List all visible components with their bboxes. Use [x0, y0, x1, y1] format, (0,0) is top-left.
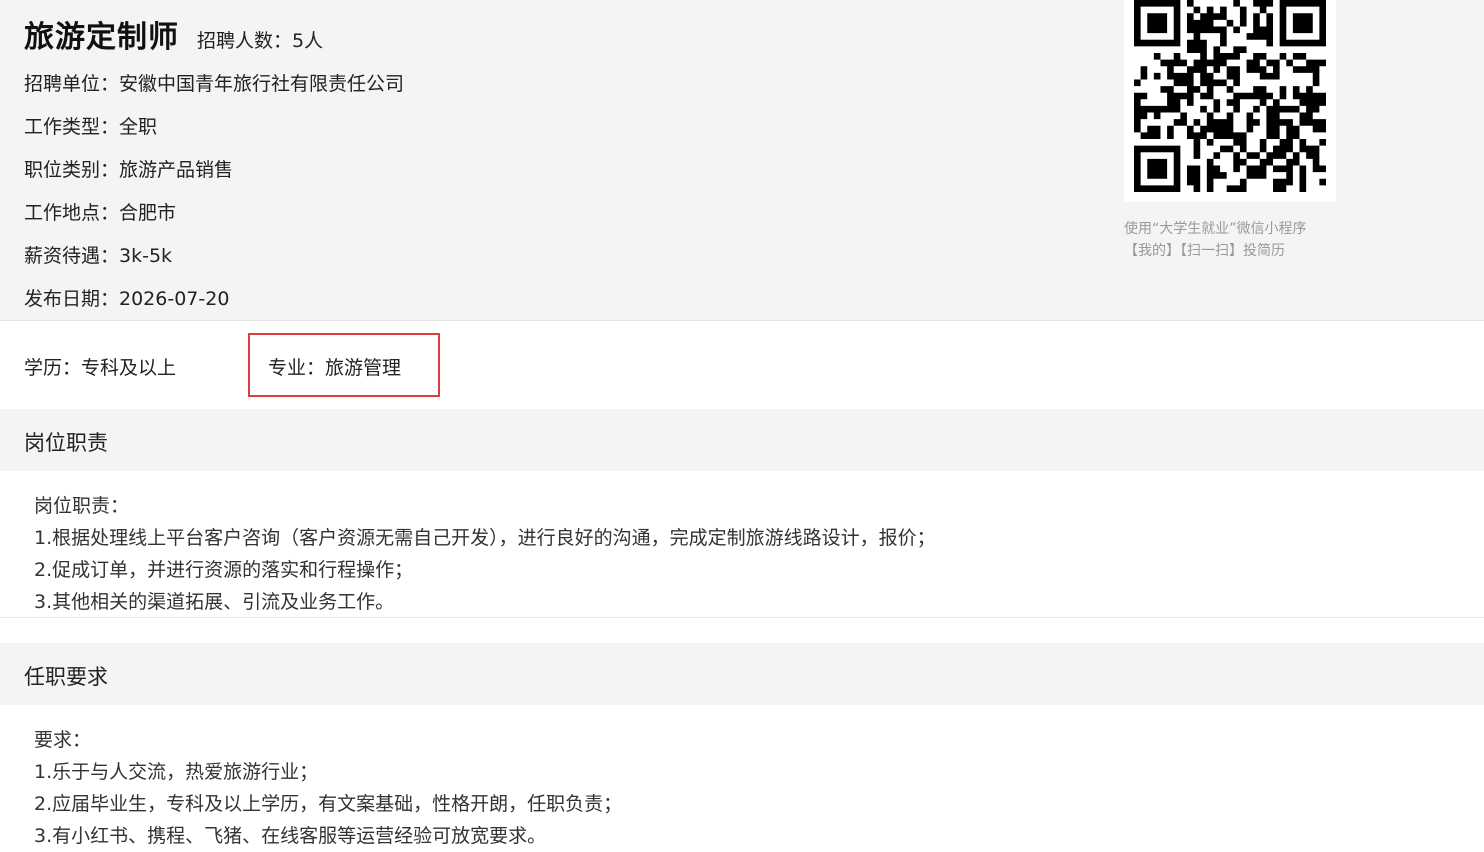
duties-line: 3.其他相关的渠道拓展、引流及业务工作。 [34, 591, 395, 613]
duties-header: 岗位职责 [0, 409, 1484, 471]
major-requirement: 专业：旅游管理 [268, 357, 402, 379]
qualifications-body: 要求： 1.乐于与人交流，热爱旅游行业； 2.应届毕业生，专科及以上学历，有文案… [34, 724, 622, 852]
duties-heading: 岗位职责 [24, 431, 108, 455]
qualifications-heading: 任职要求 [24, 665, 108, 689]
company-field: 招聘单位：安徽中国青年旅行社有限责任公司 [24, 73, 405, 95]
education-requirement: 学历：专科及以上 [24, 357, 177, 379]
qr-note-line2: 【我的】【扫一扫】投简历 [1124, 243, 1285, 259]
job-category-field: 职位类别：旅游产品销售 [24, 159, 234, 181]
qualifications-header: 任职要求 [0, 643, 1484, 705]
hiring-count: 招聘人数：5人 [197, 30, 324, 52]
title-row: 旅游定制师 招聘人数：5人 [24, 12, 323, 56]
job-summary-panel: 旅游定制师 招聘人数：5人 招聘单位：安徽中国青年旅行社有限责任公司 工作类型：… [0, 0, 1484, 321]
major-highlight-box: 专业：旅游管理 [248, 333, 440, 397]
job-type-field: 工作类型：全职 [24, 116, 158, 138]
qualifications-line: 1.乐于与人交流，热爱旅游行业； [34, 761, 319, 783]
qr-note-line1: 使用“大学生就业”微信小程序 [1124, 221, 1307, 237]
duties-body: 岗位职责： 1.根据处理线上平台客户咨询（客户资源无需自己开发），进行良好的沟通… [34, 490, 936, 618]
duties-line: 2.促成订单，并进行资源的落实和行程操作； [34, 559, 414, 581]
location-field: 工作地点：合肥市 [24, 202, 177, 224]
qualifications-line: 3.有小红书、携程、飞猪、在线客服等运营经验可放宽要求。 [34, 825, 547, 847]
requirements-row: 学历：专科及以上 专业：旅游管理 [0, 321, 1484, 407]
qualifications-line: 2.应届毕业生，专科及以上学历，有文案基础，性格开朗，任职负责； [34, 793, 623, 815]
job-title: 旅游定制师 [24, 20, 179, 55]
qr-code-icon [1134, 0, 1326, 192]
salary-field: 薪资待遇：3k-5k [24, 245, 173, 267]
publish-date-field: 发布日期：2026-07-20 [24, 288, 230, 310]
duties-line: 1.根据处理线上平台客户咨询（客户资源无需自己开发），进行良好的沟通，完成定制旅… [34, 527, 936, 549]
section-divider [0, 617, 1484, 618]
qr-code [1124, 0, 1336, 202]
qualifications-line: 要求： [34, 729, 92, 751]
duties-line: 岗位职责： [34, 495, 130, 517]
